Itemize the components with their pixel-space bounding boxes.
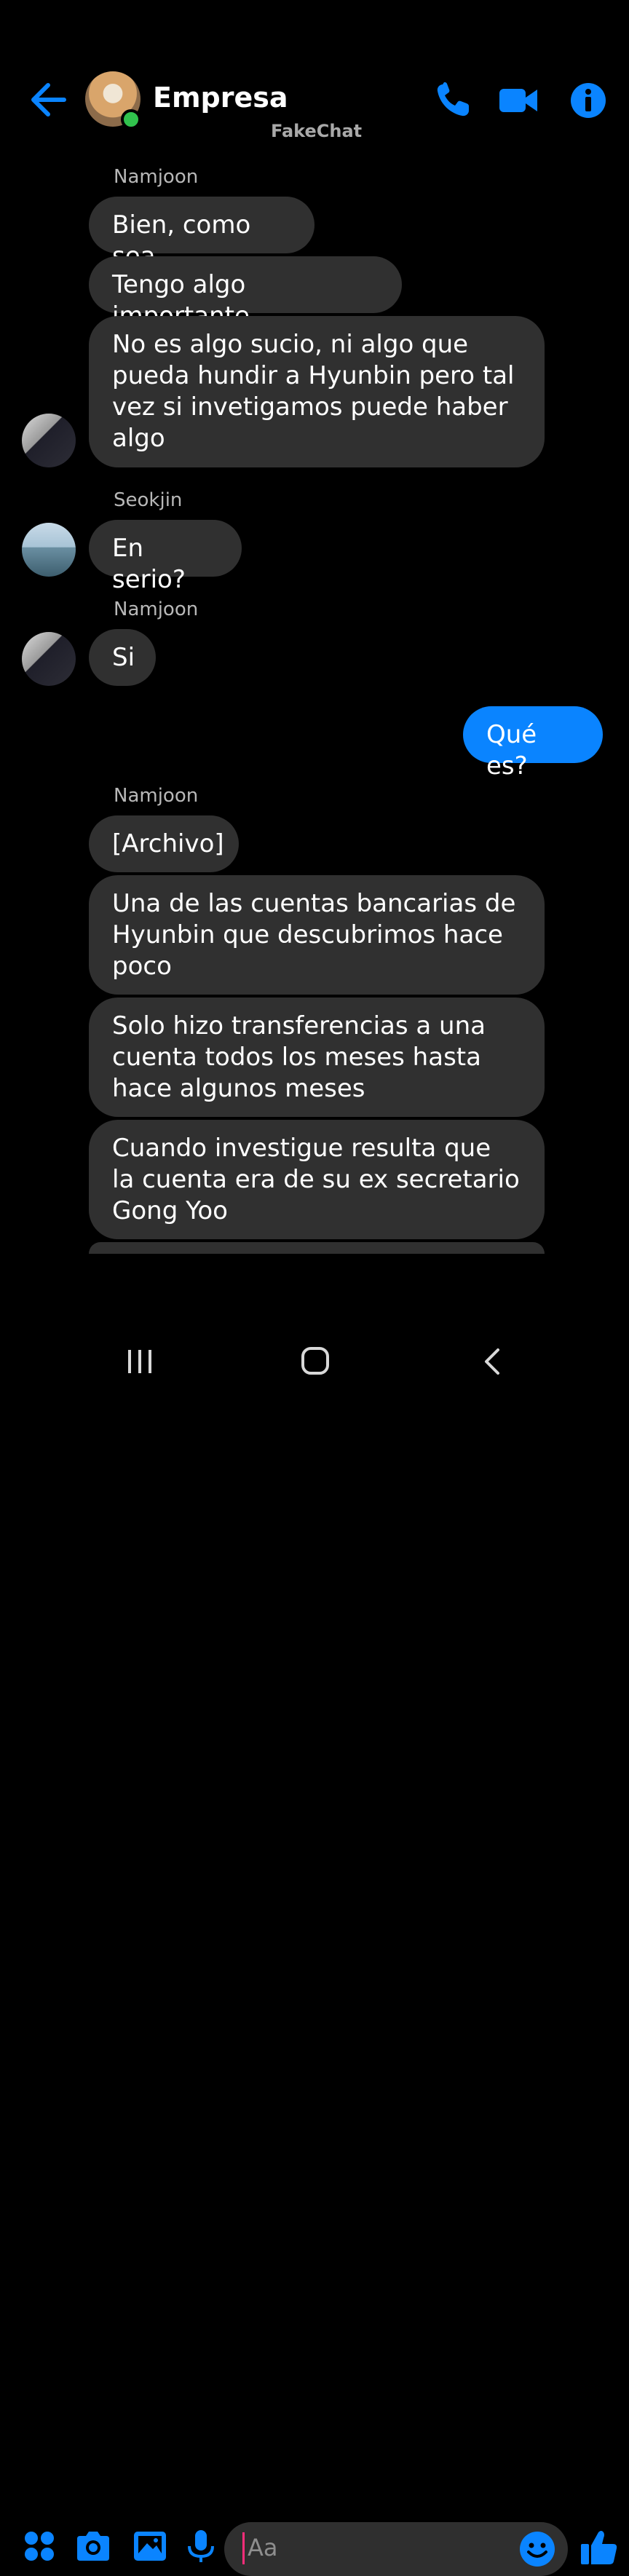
outgoing-message[interactable]: Qué es? (463, 706, 603, 781)
sender-avatar-namjoon[interactable] (22, 632, 76, 686)
camera-icon[interactable] (74, 2527, 112, 2565)
microphone-icon[interactable] (182, 2527, 220, 2565)
online-status-indicator (121, 109, 141, 130)
chat-header: Empresa FakeChat (0, 0, 629, 146)
thumbs-up-icon[interactable] (579, 2528, 619, 2567)
sender-name: Namjoon (114, 598, 199, 620)
incoming-message[interactable]: No es algo sucio, ni algo que pueda hund… (89, 316, 545, 467)
message-input-placeholder: Aa (248, 2534, 278, 2561)
image-icon[interactable] (131, 2527, 169, 2565)
incoming-message[interactable]: Si (89, 629, 156, 686)
incoming-message[interactable]: Bien, como sea (89, 197, 314, 271)
sender-name: Seokjin (114, 489, 183, 511)
apps-grid-icon[interactable] (20, 2527, 58, 2565)
incoming-message[interactable]: Tengo algo importante (89, 256, 402, 331)
emoji-icon[interactable] (518, 2530, 556, 2568)
phone-icon[interactable] (432, 80, 473, 121)
incoming-message[interactable]: Una de las cuentas bancarias de Hyunbin … (89, 875, 545, 995)
home-icon[interactable] (294, 1346, 338, 1378)
back-arrow-icon[interactable] (28, 79, 70, 121)
sender-name: Namjoon (114, 166, 199, 188)
video-camera-icon[interactable] (498, 80, 539, 121)
info-icon[interactable] (568, 80, 609, 121)
message-composer: Aa (0, 1258, 629, 2576)
incoming-message[interactable]: Cuando investigue resulta que la cuenta … (89, 1120, 545, 1239)
chat-title[interactable]: Empresa (153, 82, 288, 114)
recent-apps-icon[interactable] (118, 1346, 162, 1378)
incoming-message[interactable]: Solo hizo transferencias a una cuenta to… (89, 997, 545, 1117)
text-cursor (242, 2532, 245, 2564)
incoming-message[interactable]: En serio? (89, 520, 242, 594)
back-icon[interactable] (470, 1346, 514, 1378)
sender-avatar-seokjin[interactable] (22, 523, 76, 577)
incoming-message-partial (89, 1242, 545, 1254)
sender-name: Namjoon (114, 785, 199, 807)
sender-avatar-namjoon[interactable] (22, 414, 76, 467)
app-watermark: FakeChat (271, 121, 363, 141)
incoming-message[interactable]: [Archivo] (89, 815, 239, 872)
